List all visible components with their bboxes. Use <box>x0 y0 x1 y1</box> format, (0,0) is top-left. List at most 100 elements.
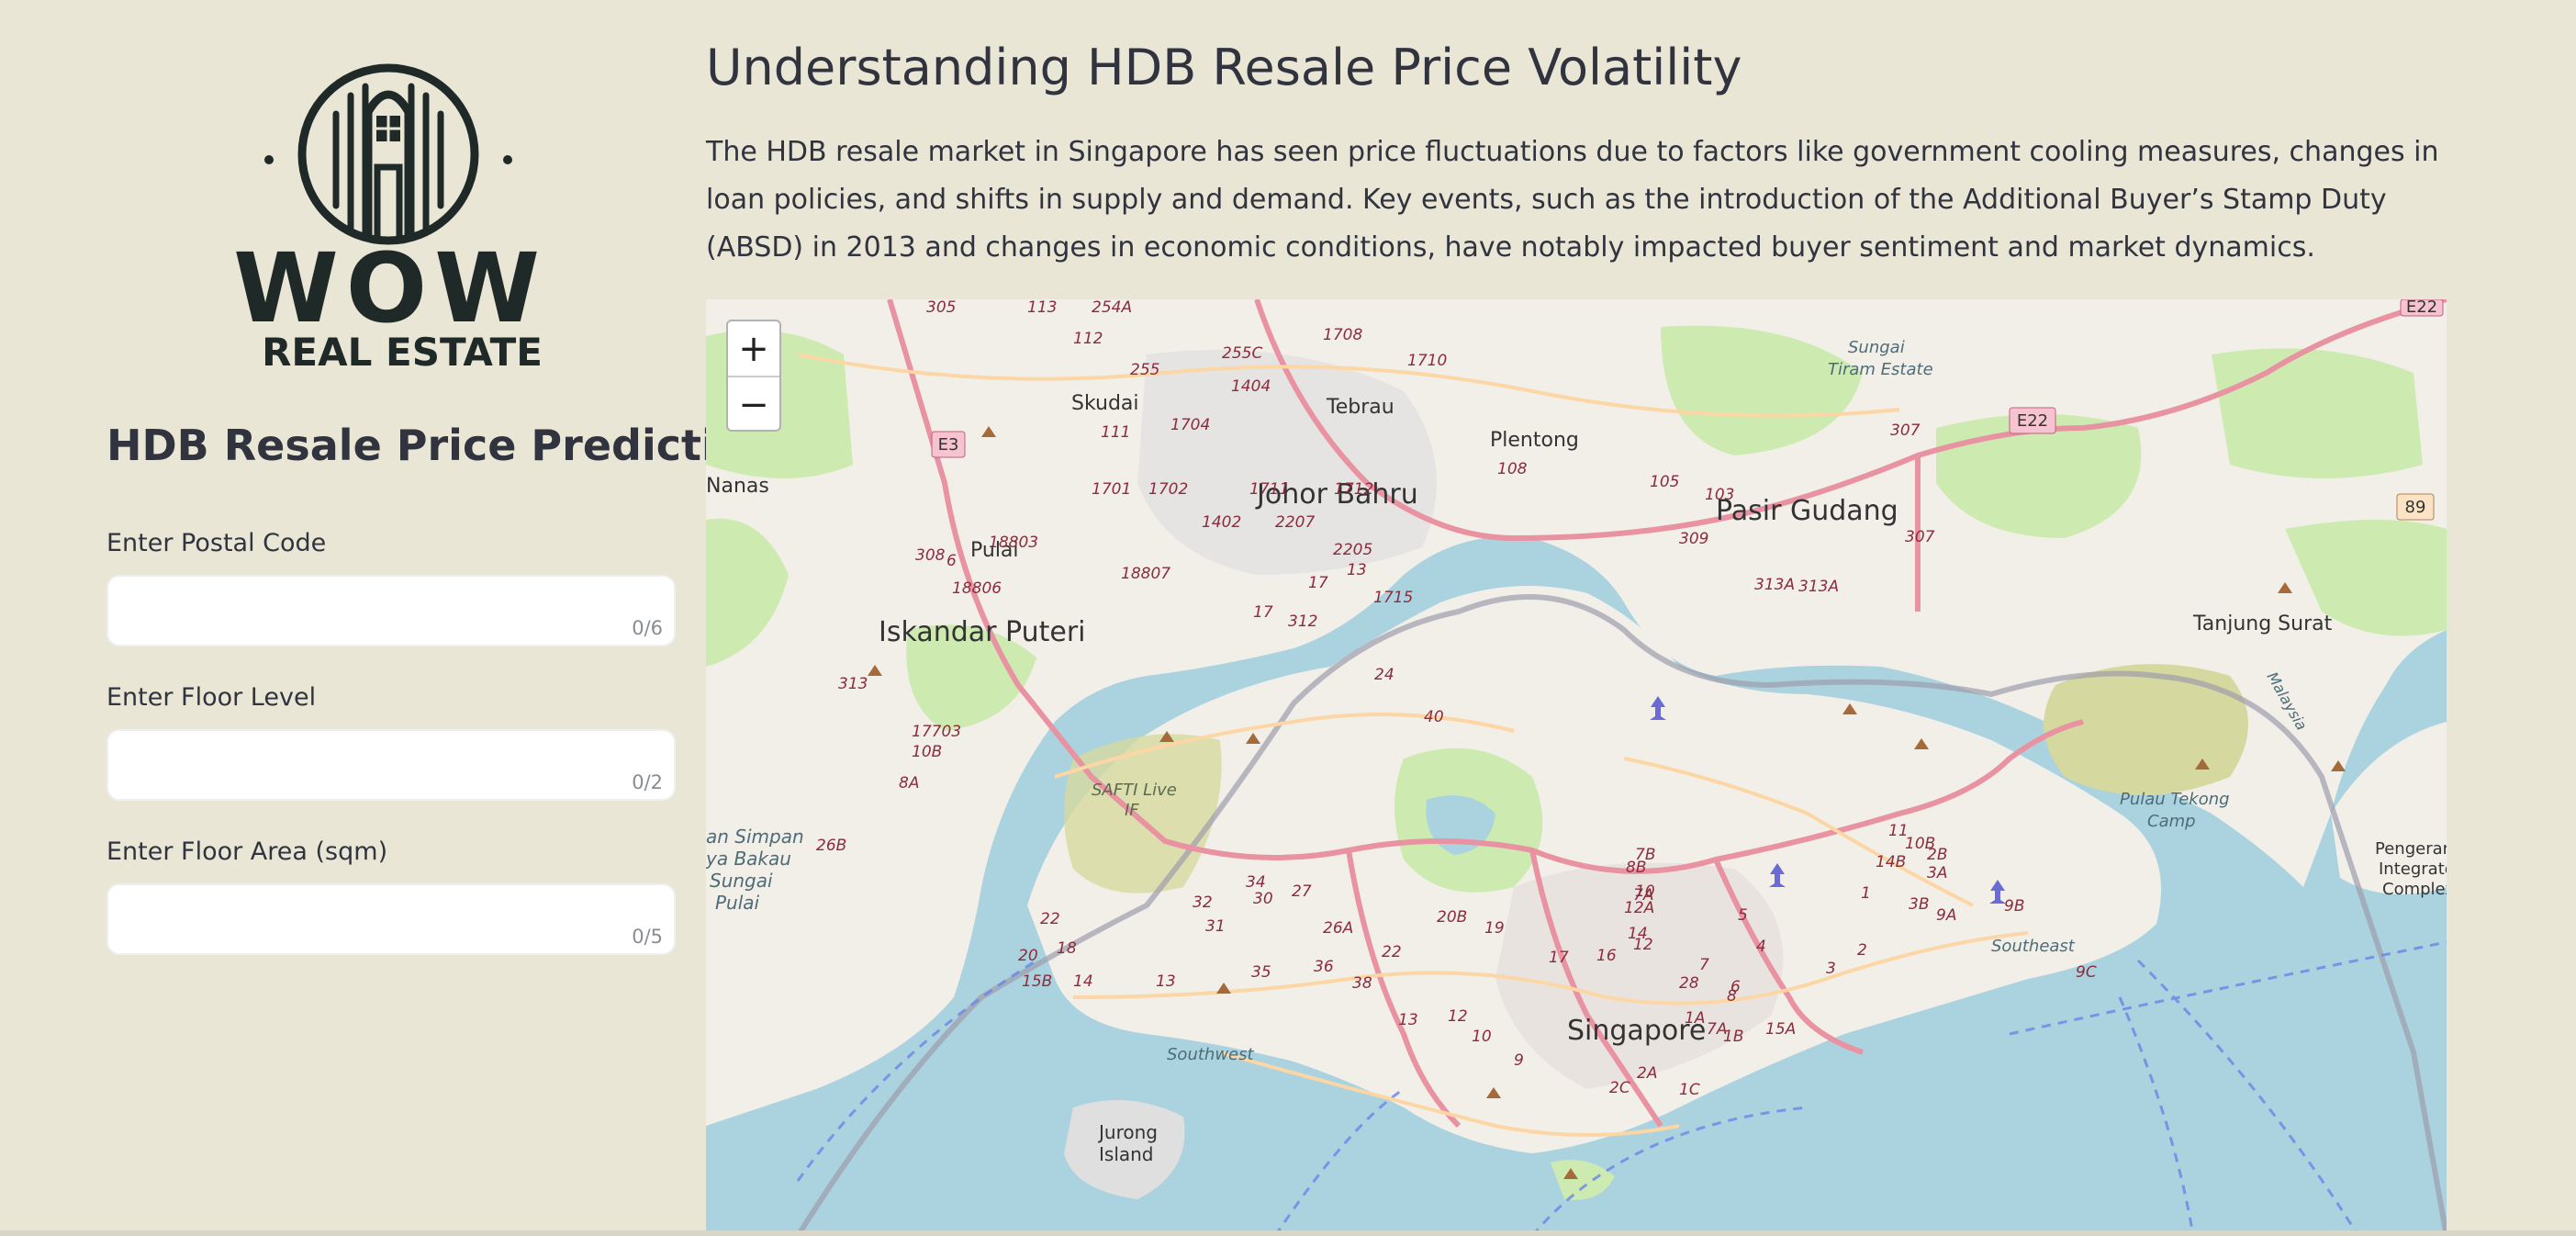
route-number: 307 <box>1905 528 1935 546</box>
route-number: 32 <box>1193 893 1213 912</box>
svg-text:E22: E22 <box>2017 411 2048 431</box>
route-number: 113 <box>1027 299 1057 317</box>
route-number: 313A <box>1798 578 1839 596</box>
route-number: 40 <box>1424 708 1444 726</box>
route-number: 313 <box>838 675 868 693</box>
map-canvas[interactable]: Johor Bahru Pasir Gudang Iskandar Puteri… <box>706 299 2447 1236</box>
map-label-tanjung-simpan: an Simpan <box>706 826 804 848</box>
page-description: The HDB resale market in Singapore has s… <box>706 136 2439 264</box>
route-number: 7B <box>1635 846 1655 864</box>
route-number: 305 <box>926 299 956 317</box>
map-label-plentong: Plentong <box>1490 429 1579 452</box>
route-number: 30 <box>1253 890 1273 908</box>
route-number: 1C <box>1679 1081 1700 1099</box>
route-number: 105 <box>1650 473 1679 491</box>
map-label-skudai: Skudai <box>1071 392 1139 415</box>
route-number: 6 <box>946 552 957 570</box>
route-number: 12 <box>1448 1007 1468 1026</box>
route-number: 34 <box>1246 873 1266 892</box>
road-shield-e22: E22 <box>2009 407 2056 434</box>
route-number: 15A <box>1765 1020 1796 1039</box>
route-number: 1 <box>1861 884 1871 903</box>
route-number: 15B <box>1022 972 1052 991</box>
zoom-in-button[interactable]: + <box>728 321 779 377</box>
route-number: 2C <box>1609 1079 1630 1097</box>
floor-level-field[interactable]: 0/2 <box>106 729 676 801</box>
route-number: 254A <box>1092 299 1132 317</box>
route-number: 17 <box>1549 949 1569 967</box>
route-number: 8 <box>1727 987 1737 1006</box>
floor-level-input[interactable] <box>108 731 674 799</box>
logo-wordmark: WOW <box>233 232 547 344</box>
map-label-tanjung-simpan-3: Sungai <box>710 870 773 892</box>
route-number: 1715 <box>1373 589 1413 607</box>
route-number: 307 <box>1890 421 1921 440</box>
route-number: 36 <box>1314 958 1334 976</box>
route-number: 3B <box>1909 895 1929 914</box>
route-number: 312 <box>1288 612 1317 631</box>
route-number: 17703 <box>912 723 961 741</box>
route-number: 7A <box>1633 886 1653 905</box>
map-label-pulau-tekong: Pulau Tekong <box>2120 790 2230 809</box>
route-number: 9C <box>2076 963 2097 982</box>
map-label-pulau-tekong-2: Camp <box>2147 812 2196 831</box>
route-number: 308 <box>915 546 946 565</box>
route-number: 13 <box>1347 561 1367 579</box>
floor-area-field[interactable]: 0/5 <box>106 883 676 955</box>
route-number: 3 <box>1826 960 1836 978</box>
route-number: 1711 <box>1249 480 1289 499</box>
map-label-pengerang-3: Complex <box>2382 880 2447 899</box>
route-number: 8A <box>899 774 919 792</box>
route-number: 24 <box>1374 666 1394 684</box>
map-label-nanas: Nanas <box>706 475 769 498</box>
route-number: 309 <box>1679 530 1708 548</box>
map-label-jurong-island-2: Island <box>1099 1143 1154 1165</box>
map-view[interactable]: Johor Bahru Pasir Gudang Iskandar Puteri… <box>706 299 2447 1236</box>
map-label-pengerang: Pengeran <box>2375 839 2447 859</box>
route-number: 13 <box>1398 1011 1418 1029</box>
zoom-control: + − <box>726 320 781 432</box>
postal-code-input[interactable] <box>108 577 674 645</box>
postal-code-field[interactable]: 0/6 <box>106 575 676 646</box>
route-number: 108 <box>1497 460 1528 478</box>
map-label-tanjung-simpan-2: ya Bakau <box>706 848 791 870</box>
map-label-safti-2: IF <box>1125 801 1139 820</box>
route-number: 22 <box>1382 943 1402 961</box>
map-label-sungai-tiram-2: Tiram Estate <box>1828 360 1933 379</box>
route-number: 16 <box>1596 947 1617 965</box>
route-number: 10B <box>1905 835 1935 853</box>
route-number: 9B <box>2004 897 2024 916</box>
sidebar: WOW REAL ESTATE HDB Resale Price Predict… <box>0 0 775 1236</box>
route-number: 13 <box>1156 972 1176 991</box>
floor-level-label: Enter Floor Level <box>106 683 317 712</box>
route-number: 1402 <box>1202 513 1241 532</box>
route-number: 12 <box>1633 936 1653 954</box>
route-number: 14B <box>1876 853 1906 871</box>
route-number: 28 <box>1679 974 1699 993</box>
route-number: 10 <box>1472 1028 1492 1046</box>
route-number: 255C <box>1222 344 1262 363</box>
route-number: 11 <box>1888 822 1909 840</box>
route-number: 26B <box>816 837 846 855</box>
route-number: 31 <box>1205 917 1226 936</box>
sidebar-title: HDB Resale Price Prediction <box>106 421 776 470</box>
route-number: 111 <box>1101 423 1130 442</box>
route-number: 103 <box>1705 486 1734 504</box>
route-number: 313A <box>1754 576 1795 594</box>
route-number: 3A <box>1927 864 1947 882</box>
postal-code-counter: 0/6 <box>632 617 663 639</box>
route-number: 27 <box>1292 882 1312 901</box>
floor-area-counter: 0/5 <box>632 926 663 948</box>
route-number: 10B <box>912 743 942 761</box>
route-number: 17 <box>1253 603 1273 622</box>
road-shield-89: 89 <box>2396 493 2435 521</box>
page-title: Understanding HDB Resale Price Volatilit… <box>706 39 1742 96</box>
route-number: 9 <box>1514 1051 1524 1070</box>
map-label-southwest: Southwest <box>1167 1045 1254 1064</box>
floor-area-input[interactable] <box>108 885 674 953</box>
svg-text:E22: E22 <box>2406 299 2437 317</box>
zoom-out-button[interactable]: − <box>728 377 779 432</box>
road-shield-e3: E3 <box>931 431 966 458</box>
route-number: 5 <box>1738 906 1748 925</box>
route-number: 7 <box>1699 956 1709 974</box>
